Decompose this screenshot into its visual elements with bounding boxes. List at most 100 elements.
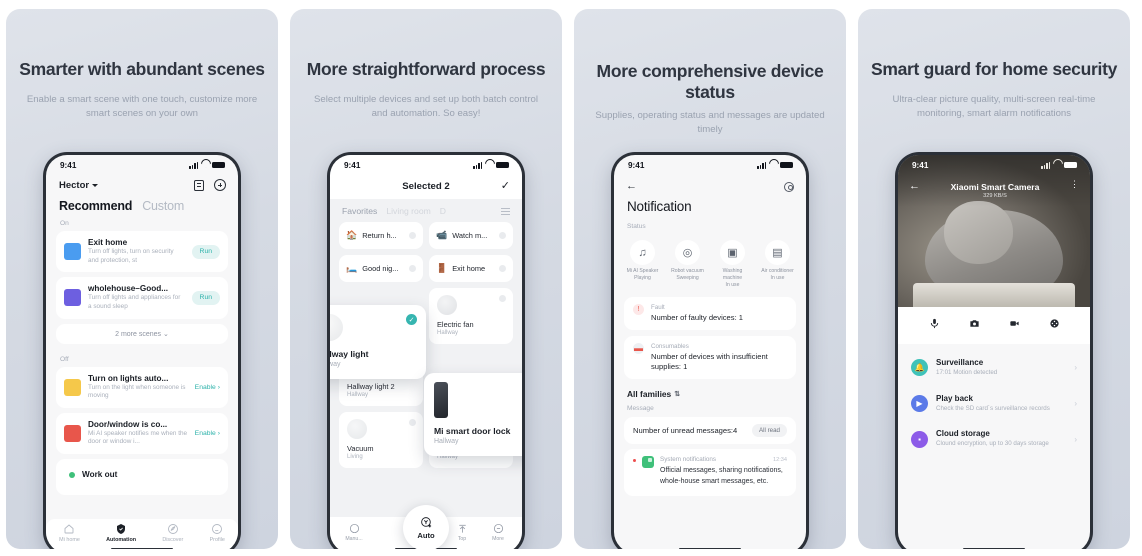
enable-button[interactable]: Enable › (195, 430, 220, 437)
status-item-speaker[interactable]: ♫ Mi AI Speaker Playing (623, 240, 663, 289)
list-item[interactable]: ▶ Play back Check the SD card´s surveill… (909, 386, 1079, 422)
camera-bitrate: 329 KB/S (983, 193, 1007, 199)
auto-fab-button[interactable]: Auto (403, 505, 449, 549)
cloud-icon: ▪ (911, 430, 928, 448)
device-card[interactable]: Electric fan Hallway (429, 288, 513, 344)
status-item-ac[interactable]: ▤ Air conditioner In use (758, 240, 798, 289)
scene-row[interactable]: Exit home Turn off lights, turn on secur… (56, 231, 228, 273)
notification-card[interactable]: System notifications 12:34 Official mess… (624, 449, 796, 496)
promo-panel-scenes: Smarter with abundant scenes Enable a sm… (6, 9, 278, 549)
manual-icon (349, 523, 359, 533)
device-name: Vacuum (347, 444, 374, 453)
device-card[interactable]: 🏠 Return h... (339, 222, 423, 249)
scene-desc: Turn on the light when someone is moving (88, 383, 186, 400)
nav-label: Mi home (59, 537, 80, 543)
consumables-card[interactable]: ▬ Consumables Number of devices with ins… (624, 335, 796, 380)
run-button[interactable]: Run (191, 244, 220, 259)
list-item-title: Cloud storage (936, 429, 990, 439)
run-button[interactable]: Run (191, 290, 220, 305)
more-vertical-icon[interactable]: ⋮ (1070, 179, 1079, 188)
phone-screen: 9:41 ← Notification Status ♫ Mi AI Speak… (614, 155, 806, 549)
panel-subtitle: Select multiple devices and set up both … (314, 94, 538, 119)
unread-card[interactable]: Number of unread messages:4 All read (624, 417, 796, 445)
wifi-icon (769, 162, 777, 169)
device-card[interactable]: Vacuum Living (339, 412, 423, 468)
list-item[interactable]: 🔔 Surveillance 17:01 Motion detected › (909, 350, 1079, 386)
bottom-navigation: Mi home Automation Discover Profile (46, 519, 238, 549)
bottom-action-top[interactable]: Top (446, 523, 478, 542)
scene-row[interactable]: Turn on lights auto... Turn on the light… (56, 366, 228, 408)
section-label-off: Off (60, 355, 69, 363)
nav-item-mi-home[interactable]: Mi home (59, 523, 80, 543)
settings-icon[interactable] (784, 181, 794, 192)
vacuum-icon (347, 419, 367, 439)
bottom-action-manual[interactable]: Manu... (338, 523, 370, 542)
panel-subtitle: Supplies, operating status and messages … (595, 110, 825, 135)
scene-icon (64, 243, 81, 261)
scene-row[interactable]: Work out (56, 459, 228, 496)
camera-shutter-icon[interactable] (969, 318, 980, 332)
tab-favorites[interactable]: Favorites (342, 206, 377, 216)
nav-item-discover[interactable]: Discover (162, 523, 183, 543)
device-card[interactable]: 🚪 Exit home (429, 255, 513, 282)
plus-circle-icon[interactable] (214, 179, 226, 191)
scene-title: Turn on lights auto... (88, 373, 169, 383)
scene-row[interactable]: Door/window is co... Mi AI speaker notif… (56, 412, 228, 455)
more-scenes-button[interactable]: 2 more scenes ⌄ (56, 323, 228, 344)
microphone-icon[interactable] (929, 318, 940, 332)
family-selector[interactable]: All families ⇅ (614, 379, 806, 399)
tab-custom[interactable]: Custom (142, 199, 184, 213)
list-item-title: Surveillance (936, 358, 984, 367)
device-card-highlight[interactable]: Hallway light Hallway ✓ (330, 305, 426, 379)
all-read-button[interactable]: All read (752, 424, 787, 438)
list-item-desc: Check the SD card´s surveillance records (936, 404, 1050, 412)
signal-icon (189, 161, 198, 169)
select-toggle[interactable] (499, 295, 506, 302)
select-toggle[interactable] (499, 232, 506, 239)
panel-subtitle: Enable a smart scene with one touch, cus… (26, 94, 258, 119)
tab-living-room[interactable]: Living room (386, 206, 430, 216)
status-item-washer[interactable]: ▣ Washing machine In use (713, 240, 753, 289)
list-item[interactable]: ▪ Cloud storage Clound encryption, up to… (909, 421, 1079, 457)
device-card[interactable]: 📹 Watch m... (429, 222, 513, 249)
enable-button[interactable]: Enable › (195, 384, 220, 391)
direction-pad-icon[interactable] (1049, 318, 1060, 332)
selected-check-icon[interactable]: ✓ (406, 314, 417, 325)
more-scenes-label: 2 more scenes (115, 330, 162, 338)
back-arrow-icon[interactable]: ← (626, 181, 637, 192)
nav-label: Automation (106, 537, 137, 543)
select-toggle[interactable] (409, 419, 416, 426)
list-icon[interactable] (194, 179, 204, 191)
select-toggle[interactable] (499, 265, 506, 272)
home-selector[interactable]: Hector (59, 180, 99, 191)
phone-screen: 9:41 Hector Recommend Custom On Exit hom… (46, 155, 238, 549)
status-item-vacuum[interactable]: ◎ Robot vacuum Sweeping (668, 240, 708, 289)
video-record-icon[interactable] (1009, 318, 1020, 332)
tab-recommend[interactable]: Recommend (59, 199, 132, 213)
select-toggle[interactable] (409, 232, 416, 239)
more-icon (493, 523, 503, 533)
device-room: Hallway (330, 361, 341, 368)
camera-name: Xiaomi Smart Camera (950, 182, 1040, 192)
screenshot-stage: Smarter with abundant scenes Enable a sm… (0, 0, 1142, 556)
scene-icon (69, 471, 75, 478)
tab-next[interactable]: D (440, 206, 446, 216)
signal-icon (757, 161, 766, 169)
nav-item-automation[interactable]: Automation (106, 523, 136, 543)
select-toggle[interactable] (409, 265, 416, 272)
back-arrow-icon[interactable]: ← (909, 181, 920, 192)
check-icon[interactable]: ✓ (501, 181, 510, 192)
device-card[interactable]: 🛏️ Good nig... (339, 255, 423, 282)
bottom-action-more[interactable]: More (482, 523, 514, 542)
fault-card[interactable]: ! Fault Number of faulty devices: 1 (624, 296, 796, 330)
scene-title: wholehouse–Good... (88, 284, 169, 294)
device-name: Exit home (452, 264, 486, 273)
camera-live-view[interactable]: 9:41 ← Xiaomi Smart Camera 329 KB/S ⋮ (898, 155, 1090, 307)
unread-count: Number of unread messages:4 (633, 426, 738, 436)
scene-row[interactable]: wholehouse–Good... Turn off lights and a… (56, 277, 228, 319)
menu-icon[interactable] (501, 207, 510, 215)
message-section-label: Message (627, 405, 654, 413)
device-card-highlight[interactable]: Mi smart door lock Hallway ✓ (424, 373, 522, 456)
nav-item-profile[interactable]: Profile (210, 523, 225, 543)
status-time: 9:41 (628, 160, 645, 170)
